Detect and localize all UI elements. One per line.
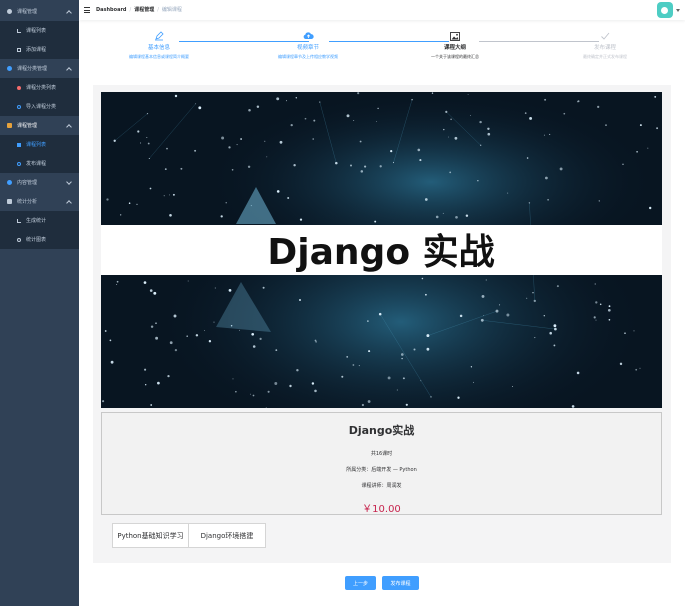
cover-network-graphic: Django 实战 [101,92,662,408]
course-teacher: 课程讲师：周润发 [361,483,402,489]
caret-down-icon[interactable] [676,9,680,12]
step-video-chapter: 视频章节 编辑课程章节及上传相应教学视频 [233,30,383,60]
menu-group-course-management-2[interactable]: 课程管理 [0,116,79,135]
hamburger-icon[interactable] [84,7,90,13]
step-title: 基本信息 [147,45,170,51]
edit-icon [7,9,12,14]
step-desc: 编辑课程基本信息或课程简介概要 [129,54,189,59]
content-icon [7,180,12,185]
sidebar-item-label: 课程列表 [26,28,47,34]
sidebar-item-label: 导入课程分类 [26,104,57,110]
menu-group-statistics[interactable]: 统计分析 [0,192,79,211]
breadcrumb-course-management[interactable]: 课程管理 [134,6,154,13]
chart-icon [17,237,21,242]
publish-course-button[interactable]: 发布课程 [382,576,419,590]
steps: 基本信息 编辑课程基本信息或课程简介概要 视频章节 编辑课程章节及上传相应教学视… [79,30,685,70]
sidebar-item-label: 添加课程 [26,47,47,53]
chevron-up-icon [66,124,72,130]
doc-icon [17,47,21,52]
cover-title-text: Django 实战 [267,232,494,273]
chapter-list: Python基础知识学习 Django环境搭建 [112,523,266,548]
sidebar-item-generate-stats[interactable]: 生成统计 [0,211,79,230]
download-icon [17,28,21,33]
menu-group-label: 课程分类管理 [17,66,48,72]
breadcrumb-dashboard[interactable]: Dashboard [96,7,127,13]
course-info-box: Django实战 共16课时 所属分类：后端开发 — Python 课程讲师：周… [101,412,662,515]
step-title: 视频章节 [296,45,319,51]
sidebar-item-publish-course[interactable]: 发布课程 [0,154,79,173]
breadcrumb-separator: / [129,6,132,13]
step-publish: 发布课程 最终确定并正式发布课程 [530,30,680,60]
step-outline: 课程大纲 一个关于该课程的最终汇总 [380,30,530,60]
menu-group-label: 统计分析 [17,199,38,205]
chevron-down-icon [66,179,72,185]
menu-group-label: 内容管理 [17,180,38,186]
course-cover-image: Django 实战 [101,92,662,408]
menu-group-content-management[interactable]: 内容管理 [0,173,79,192]
breadcrumb-current: 编辑课程 [161,7,182,13]
step-desc: 最终确定并正式发布课程 [583,54,627,59]
course-icon [7,123,12,128]
course-price: ￥10.00 [362,504,401,515]
sidebar-item-label: 课程列表 [26,142,47,148]
edit-icon [155,31,164,41]
breadcrumb-separator: / [157,6,159,13]
course-title: Django实战 [348,424,415,437]
navbar: Dashboard / 课程管理 / 编辑课程 [79,0,685,20]
sidebar-item-stats-chart[interactable]: 统计图表 [0,230,79,249]
list-icon [17,142,21,147]
sidebar-item-category-list[interactable]: 课程分类列表 [0,78,79,97]
chapter-item[interactable]: Python基础知识学习 [112,523,189,548]
picture-icon [450,31,460,41]
breadcrumb: Dashboard / 课程管理 / 编辑课程 [96,6,182,14]
sidebar-item-label: 统计图表 [26,237,47,243]
menu-group-category-management[interactable]: 课程分类管理 [0,59,79,78]
step-basic-info: 基本信息 编辑课程基本信息或课程简介概要 [84,30,234,60]
stats-gen-icon [17,218,21,223]
chapter-item[interactable]: Django环境搭建 [189,523,266,548]
chevron-up-icon [66,10,72,16]
sidebar-item-add-course[interactable]: 添加课程 [0,40,79,59]
menu-group-label: 课程管理 [17,9,38,15]
sidebar-item-import-category[interactable]: 导入课程分类 [0,97,79,116]
menu-group-label: 课程管理 [17,123,38,129]
menu-group-course-management[interactable]: 课程管理 [0,2,79,21]
avatar[interactable] [657,2,673,18]
course-lessons: 共16课时 [370,451,393,457]
step-title: 课程大纲 [443,45,466,51]
sidebar-item-label: 课程分类列表 [26,85,57,91]
sidebar-item-label: 生成统计 [26,218,47,224]
prev-step-button[interactable]: 上一步 [345,576,376,590]
category-icon [7,66,12,71]
chevron-up-icon [66,200,72,206]
list-icon [17,85,21,90]
sidebar-item-course-list-2[interactable]: 课程列表 [0,135,79,154]
avatar-icon [661,7,668,14]
upload-cloud-icon [303,32,314,39]
app-root: 课程管理 课程列表 添加课程 课程分类管理 课程分类列表 导入课程分类 课程管理… [0,0,685,606]
check-icon [601,32,610,40]
chevron-up-icon [66,67,72,73]
step-desc: 一个关于该课程的最终汇总 [431,54,479,59]
step-title: 发布课程 [593,45,616,51]
stats-icon [7,199,12,204]
import-icon [17,104,21,109]
sidebar-item-course-list[interactable]: 课程列表 [0,21,79,40]
course-category: 所属分类：后端开发 — Python [346,467,417,473]
step-desc: 编辑课程章节及上传相应教学视频 [278,54,338,59]
sidebar: 课程管理 课程列表 添加课程 课程分类管理 课程分类列表 导入课程分类 课程管理… [0,0,79,606]
sidebar-item-label: 发布课程 [26,161,47,167]
publish-icon [17,161,21,166]
